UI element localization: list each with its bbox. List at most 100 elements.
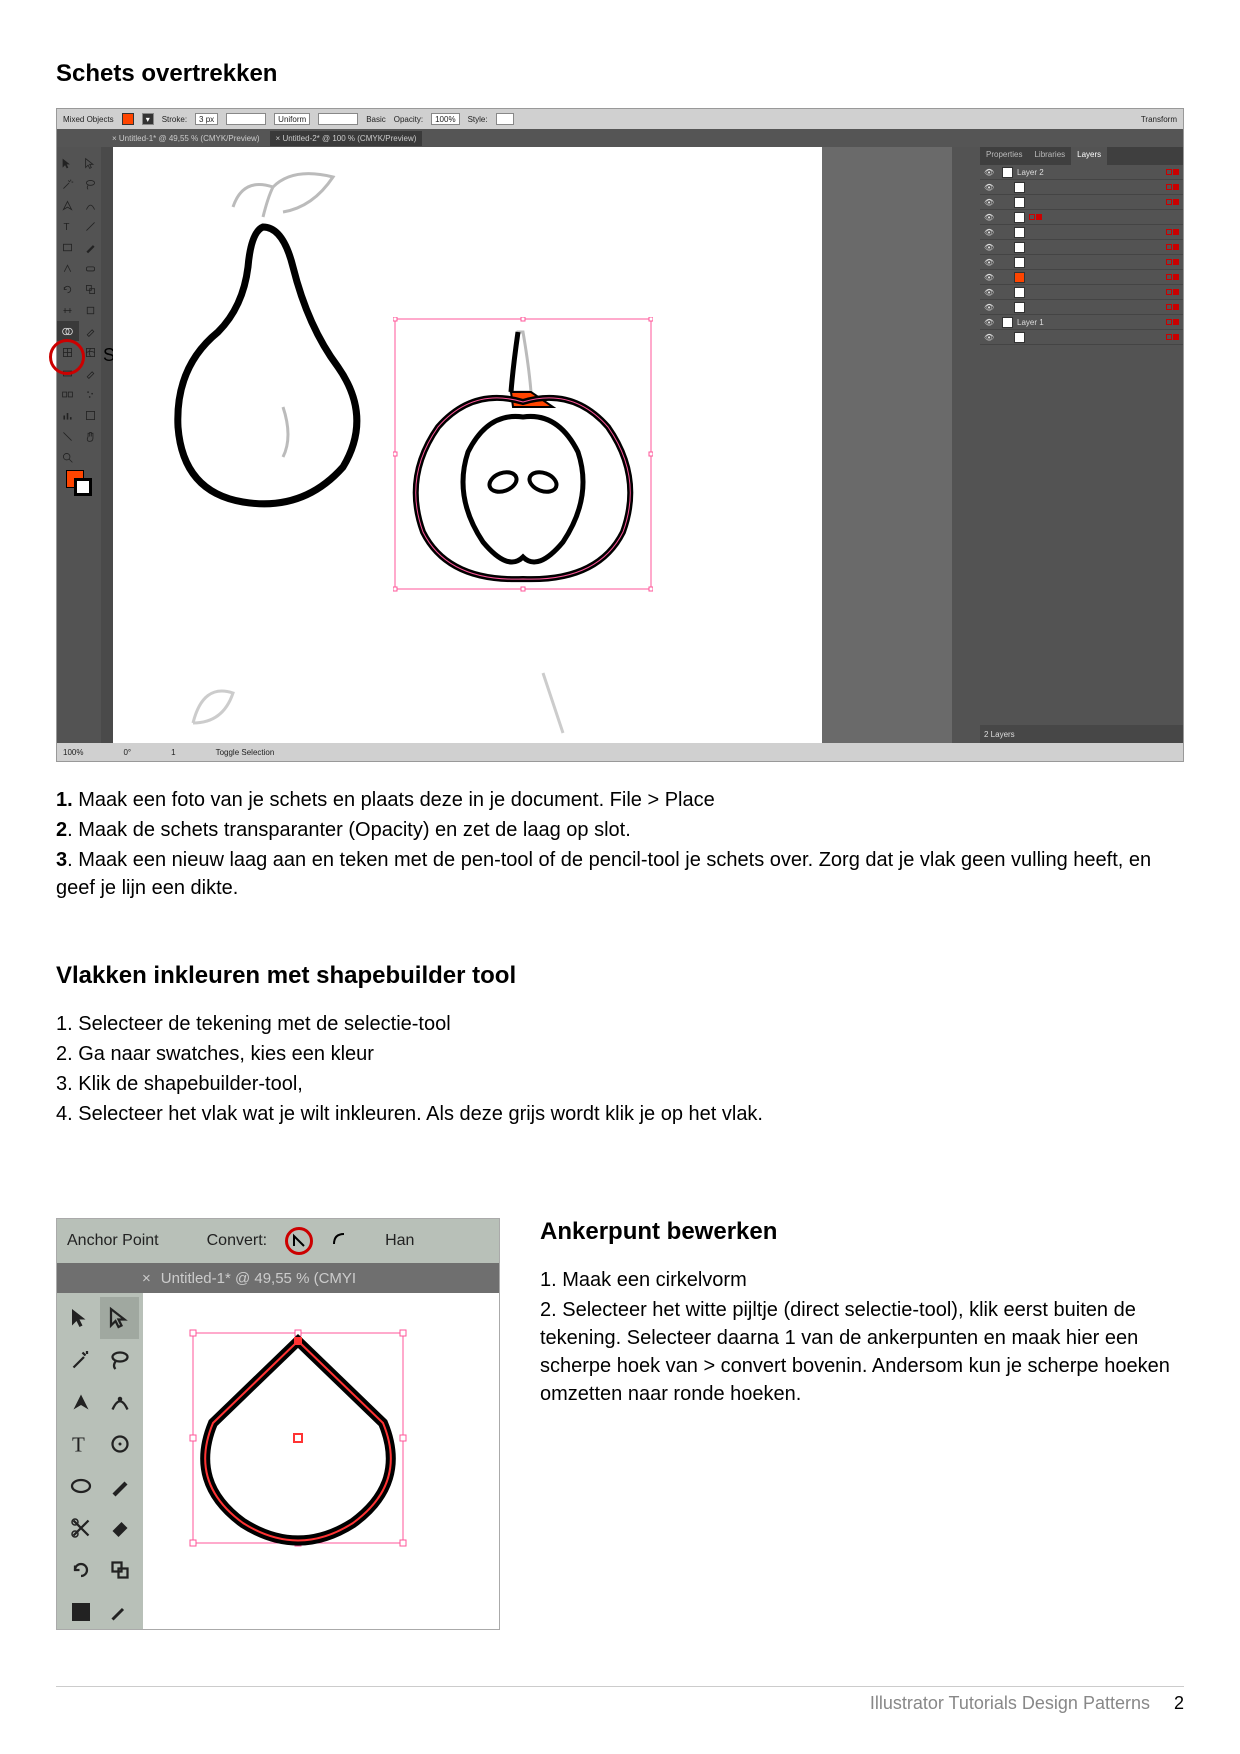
type-tool-icon[interactable]: T <box>61 1423 100 1465</box>
doc-tab[interactable]: Untitled-1* @ 49,55 % (CMYI <box>161 1270 356 1287</box>
scissors-tool-icon[interactable] <box>61 1507 100 1549</box>
shapebuilder-tool-icon[interactable] <box>57 321 79 341</box>
status-zoom[interactable]: 100% <box>63 748 83 757</box>
page-footer: Illustrator Tutorials Design Patterns 2 <box>56 1686 1184 1714</box>
column-graph-icon[interactable] <box>57 405 79 425</box>
scale-tool-icon[interactable] <box>80 279 102 299</box>
zoom-tool-icon[interactable] <box>57 447 79 467</box>
scale-tool-icon[interactable] <box>100 1549 139 1591</box>
visibility-icon[interactable]: 👁 <box>984 228 994 237</box>
direct-selection-tool-icon[interactable] <box>100 1297 139 1339</box>
selection-tool-icon[interactable] <box>57 153 79 173</box>
hand-tool-icon[interactable] <box>80 426 102 446</box>
stroke-uniform-dropdown[interactable]: Uniform <box>274 113 310 125</box>
direct-selection-tool-icon[interactable] <box>80 153 102 173</box>
doc-tab-2[interactable]: × Untitled-2* @ 100 % (CMYK/Preview) <box>270 131 423 146</box>
curvature-tool-icon[interactable] <box>80 195 102 215</box>
visibility-icon[interactable]: 👁 <box>984 168 994 177</box>
lasso-tool-icon[interactable] <box>100 1339 139 1381</box>
paintbrush-tool-icon[interactable] <box>100 1465 139 1507</box>
blend-tool-icon[interactable] <box>57 384 79 404</box>
status-artboard[interactable]: 1 <box>171 748 175 757</box>
mesh-tool-icon[interactable] <box>80 342 102 362</box>
tab-libraries[interactable]: Libraries <box>1028 147 1071 165</box>
brush-dropdown[interactable] <box>318 113 358 125</box>
layer-label: Layer 1 <box>1017 318 1044 327</box>
livepaint-tool-icon[interactable] <box>80 321 102 341</box>
eraser-tool-icon[interactable] <box>80 258 102 278</box>
ellipse-tool-icon[interactable] <box>61 1465 100 1507</box>
status-toggle: Toggle Selection <box>216 748 275 757</box>
layer-row[interactable]: 👁 <box>980 330 1183 345</box>
opacity-input[interactable]: 100% <box>431 113 459 125</box>
shaper-tool-icon[interactable] <box>57 258 79 278</box>
type-tool-icon[interactable]: T <box>57 216 79 236</box>
layer-row[interactable]: 👁 <box>980 300 1183 315</box>
visibility-icon[interactable]: 👁 <box>984 198 994 207</box>
convert-corner-icon[interactable] <box>285 1227 313 1255</box>
rotate-tool-icon[interactable] <box>57 279 79 299</box>
tab-properties[interactable]: Properties <box>980 147 1028 165</box>
visibility-icon[interactable]: 👁 <box>984 243 994 252</box>
curvature-tool-icon[interactable] <box>100 1381 139 1423</box>
symbol-sprayer-icon[interactable] <box>80 384 102 404</box>
free-transform-icon[interactable] <box>80 300 102 320</box>
layer-row[interactable]: 👁 <box>980 240 1183 255</box>
paintbrush-tool-icon[interactable] <box>80 237 102 257</box>
eraser-tool-icon[interactable] <box>100 1507 139 1549</box>
status-rotation[interactable]: 0° <box>123 748 131 757</box>
artboard-tool-icon[interactable] <box>80 405 102 425</box>
visibility-icon[interactable]: 👁 <box>984 273 994 282</box>
more-tool-icon-2[interactable] <box>100 1591 139 1633</box>
pen-tool-icon[interactable] <box>61 1381 100 1423</box>
layer-row[interactable]: 👁 Layer 1 <box>980 315 1183 330</box>
more-tool-icon[interactable] <box>61 1591 100 1633</box>
visibility-icon[interactable]: 👁 <box>984 288 994 297</box>
layer-row[interactable]: 👁 <box>980 210 1183 225</box>
visibility-icon[interactable]: 👁 <box>984 333 994 342</box>
rotate-tool-icon[interactable] <box>61 1549 100 1591</box>
gradient-tool-icon[interactable] <box>57 363 79 383</box>
visibility-icon[interactable]: 👁 <box>984 318 994 327</box>
style-dropdown[interactable] <box>496 113 514 125</box>
fill-swatch[interactable] <box>122 113 134 125</box>
layers-panel: Properties Libraries Layers 👁Layer 2👁👁👁👁… <box>980 147 1183 743</box>
width-tool-icon[interactable] <box>57 300 79 320</box>
fill-stroke-indicator[interactable] <box>57 468 101 498</box>
convert-smooth-icon[interactable] <box>331 1231 347 1252</box>
slice-tool-icon[interactable] <box>57 426 79 446</box>
doc-tab-1[interactable]: × Untitled-1* @ 49,55 % (CMYK/Preview) <box>112 134 260 143</box>
touch-type-icon[interactable] <box>100 1423 139 1465</box>
close-tab-icon[interactable]: × <box>142 1270 151 1287</box>
magic-wand-icon[interactable] <box>57 174 79 194</box>
tab-layers[interactable]: Layers <box>1071 147 1107 165</box>
layer-row[interactable]: 👁Layer 2 <box>980 165 1183 180</box>
visibility-icon[interactable]: 👁 <box>984 258 994 267</box>
layer-row[interactable]: 👁 <box>980 270 1183 285</box>
artboard-canvas[interactable] <box>113 147 952 743</box>
visibility-icon[interactable]: 👁 <box>984 183 994 192</box>
rectangle-tool-icon[interactable] <box>57 237 79 257</box>
toolbox: T <box>57 147 101 743</box>
right-dock-icons <box>952 147 980 743</box>
eyedropper-tool-icon[interactable] <box>80 363 102 383</box>
layer-row[interactable]: 👁 <box>980 255 1183 270</box>
perspective-grid-icon[interactable] <box>57 342 79 362</box>
lasso-tool-icon[interactable] <box>80 174 102 194</box>
visibility-icon[interactable]: 👁 <box>984 213 994 222</box>
line-tool-icon[interactable] <box>80 216 102 236</box>
illustrator-screenshot-2: Anchor Point Convert: Han × Untitled-1* … <box>56 1218 500 1630</box>
pen-tool-icon[interactable] <box>57 195 79 215</box>
selection-tool-icon[interactable] <box>61 1297 100 1339</box>
stroke-profile-dropdown[interactable] <box>226 113 266 125</box>
handles-label: Han <box>385 1232 414 1250</box>
layer-row[interactable]: 👁 <box>980 180 1183 195</box>
stroke-weight-input[interactable]: 3 px <box>195 113 218 125</box>
layer-row[interactable]: 👁 <box>980 285 1183 300</box>
layer-row[interactable]: 👁 <box>980 195 1183 210</box>
layer-row[interactable]: 👁 <box>980 225 1183 240</box>
dropdown-icon[interactable]: ▾ <box>142 113 154 125</box>
artboard-canvas-2[interactable] <box>143 1293 499 1629</box>
visibility-icon[interactable]: 👁 <box>984 303 994 312</box>
magic-wand-icon[interactable] <box>61 1339 100 1381</box>
